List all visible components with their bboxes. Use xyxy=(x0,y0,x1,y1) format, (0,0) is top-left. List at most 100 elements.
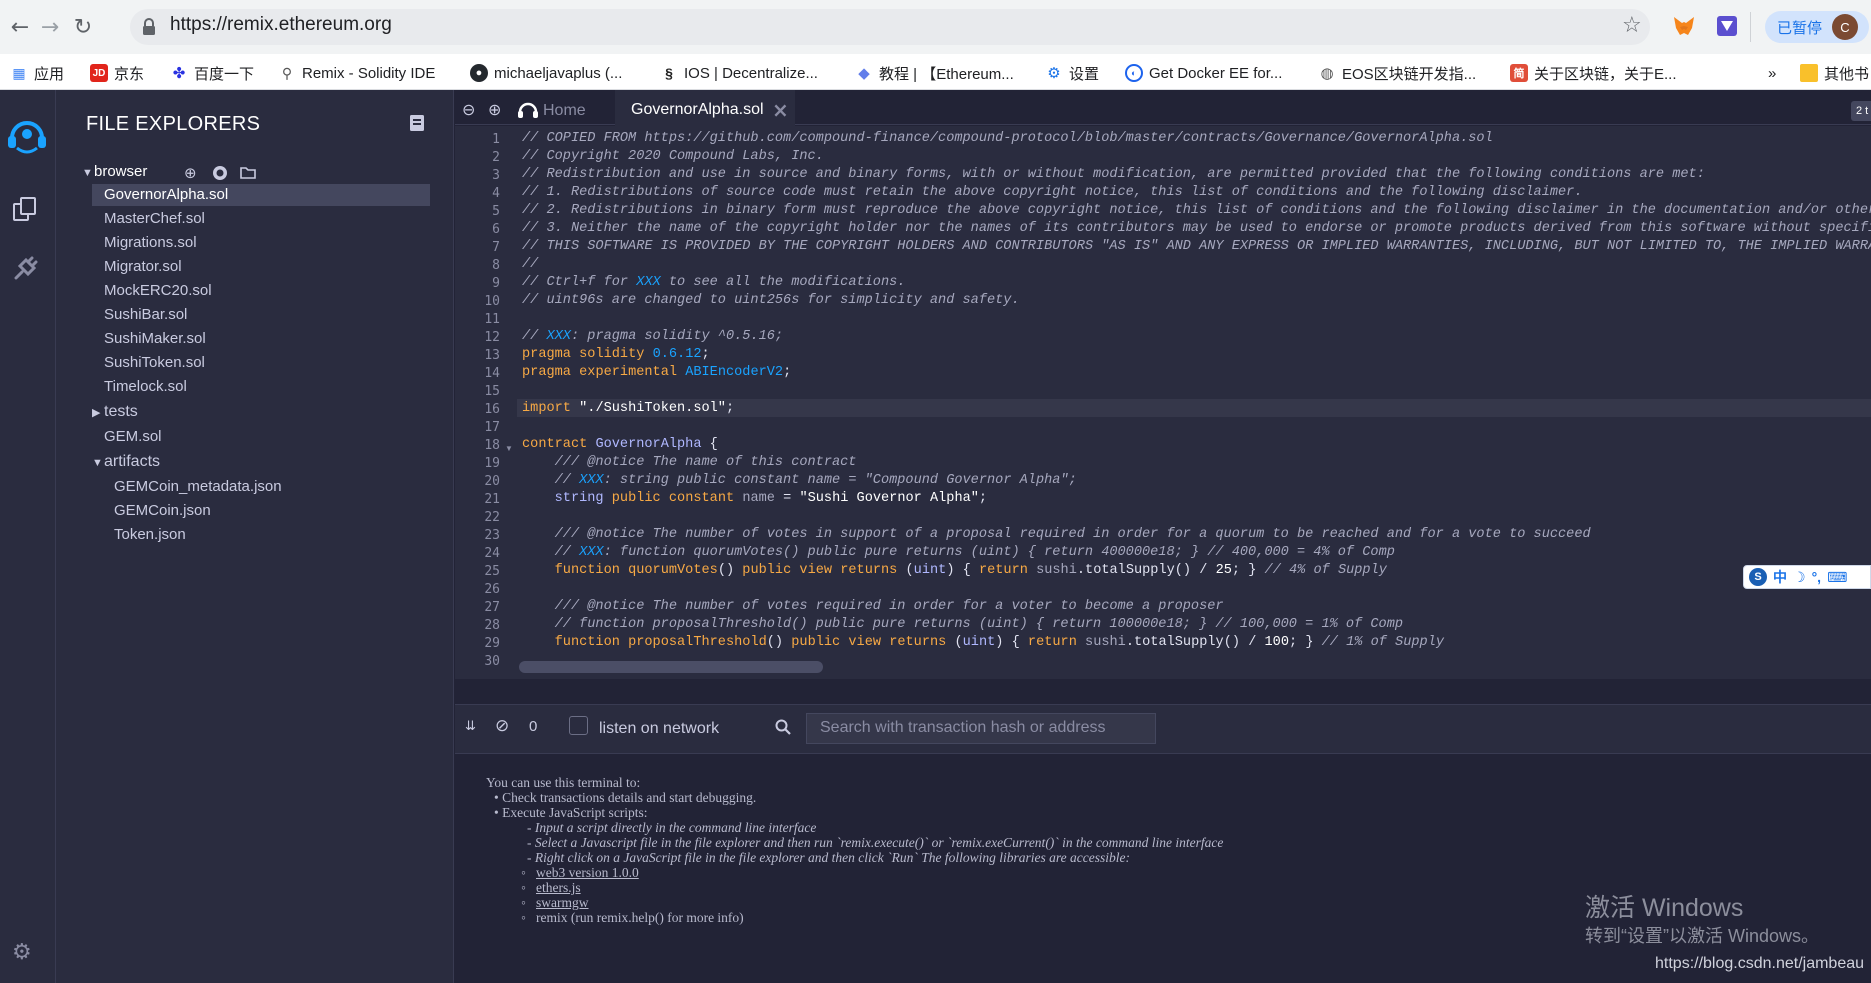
code-line[interactable]: /// @notice The number of votes in suppo… xyxy=(522,527,1591,542)
folder-tests[interactable]: ▶ tests xyxy=(92,403,138,421)
terminal-line: - Right click on a JavaScript file in th… xyxy=(527,850,1130,865)
extension-icon[interactable] xyxy=(1715,14,1739,38)
code-line[interactable]: // Redistribution and use in source and … xyxy=(522,167,1705,182)
zoom-in-icon[interactable]: ⊕ xyxy=(488,100,501,119)
code-line[interactable]: function proposalThreshold() public view… xyxy=(522,635,1444,650)
terminal-output[interactable] xyxy=(455,754,1871,983)
code-token: ) { xyxy=(946,563,979,578)
swarmgw-link[interactable]: swarmgw xyxy=(536,895,589,911)
bookmark-jd[interactable]: JD 京东 xyxy=(90,62,144,84)
fold-arrow-icon[interactable]: ▼ xyxy=(505,444,513,453)
listen-network-checkbox[interactable] xyxy=(569,716,588,735)
home-remix-icon[interactable] xyxy=(517,100,539,120)
code-line[interactable]: import "./SushiToken.sol"; xyxy=(522,401,734,416)
file-item-gemcoin-metadata[interactable]: GEMCoin_metadata.json xyxy=(114,478,282,495)
code-line[interactable]: // XXX: function quorumVotes() public pu… xyxy=(522,545,1395,560)
folder-artifacts[interactable]: ▼artifacts xyxy=(92,453,160,471)
code-line[interactable]: // THIS SOFTWARE IS PROVIDED BY THE COPY… xyxy=(522,239,1871,254)
bookmark-ethereum[interactable]: ◆ 教程 | 【Ethereum... xyxy=(855,62,1014,84)
reload-icon[interactable]: ↻ xyxy=(68,12,98,42)
plugin-manager-icon[interactable] xyxy=(12,256,38,282)
bookmark-blockchain[interactable]: 简 关于区块链，关于E... xyxy=(1510,62,1677,84)
file-item-governoralpha[interactable]: GovernorAlpha.sol xyxy=(92,184,430,206)
code-line[interactable]: pragma experimental ABIEncoderV2; xyxy=(522,365,791,380)
code-editor[interactable]: 1 2 3 4 5 6 7 8 9 10 11 12 13 14 15 16 1… xyxy=(455,126,1871,679)
bookmark-eos[interactable]: ◍ EOS区块链开发指... xyxy=(1318,62,1476,84)
code-line[interactable]: // Copyright 2020 Compound Labs, Inc. xyxy=(522,149,824,164)
code-line[interactable]: // xyxy=(522,257,538,272)
bookmark-docker[interactable]: ◐ Get Docker EE for... xyxy=(1125,62,1282,84)
add-file-icon[interactable]: ⊕ xyxy=(184,164,197,182)
settings-gear-icon[interactable]: ⚙ xyxy=(12,940,32,965)
code-line[interactable]: /// @notice The number of votes required… xyxy=(522,599,1224,614)
github-icon: ● xyxy=(470,64,488,82)
zoom-out-icon[interactable]: ⊖ xyxy=(462,100,475,119)
file-item-sushimaker[interactable]: SushiMaker.sol xyxy=(104,330,206,347)
code-line[interactable]: // 2. Redistributions in binary form mus… xyxy=(522,203,1871,218)
code-line[interactable]: // Ctrl+f for XXX to see all the modific… xyxy=(522,275,905,290)
back-arrow-icon[interactable]: ← xyxy=(5,12,35,42)
file-item-gemcoin-json[interactable]: GEMCoin.json xyxy=(114,502,211,519)
code-token: function xyxy=(554,563,620,578)
horizontal-scrollbar-thumb[interactable] xyxy=(519,661,823,673)
tab-home[interactable]: Home xyxy=(543,102,586,120)
windows-activation-title: 激活 Windows xyxy=(1585,894,1744,922)
remix-logo-icon: ⚲ xyxy=(281,64,293,81)
bookmark-apps[interactable]: ▦ 应用 xyxy=(10,62,64,84)
file-item-mockerc20[interactable]: MockERC20.sol xyxy=(104,282,212,299)
web3-link[interactable]: web3 version 1.0.0 xyxy=(536,865,639,881)
bookmark-other[interactable]: 其他书 xyxy=(1800,62,1869,84)
bookmark-star-icon[interactable]: ☆ xyxy=(1622,12,1642,38)
file-item-token-json[interactable]: Token.json xyxy=(114,526,186,543)
forward-arrow-icon[interactable]: → xyxy=(35,12,65,42)
file-item-masterchef[interactable]: MasterChef.sol xyxy=(104,210,205,227)
code-line[interactable]: pragma solidity 0.6.12; xyxy=(522,347,710,362)
bookmark-baidu[interactable]: ✤ 百度一下 xyxy=(170,62,254,84)
panel-toggle-icon[interactable] xyxy=(409,114,425,132)
ethers-link[interactable]: ethers.js xyxy=(536,880,581,896)
bookmark-settings[interactable]: ⚙ 设置 xyxy=(1045,62,1099,84)
file-item-migrator[interactable]: Migrator.sol xyxy=(104,258,182,275)
code-line[interactable]: function quorumVotes() public view retur… xyxy=(522,563,1387,578)
code-line[interactable]: // 3. Neither the name of the copyright … xyxy=(522,221,1871,236)
file-item-sushitoken[interactable]: SushiToken.sol xyxy=(104,354,205,371)
ime-toolbar[interactable]: S 中 ☽ °, ⌨ xyxy=(1743,565,1871,589)
bookmark-github[interactable]: ● michaeljavaplus (... xyxy=(470,62,622,84)
bookmark-remix[interactable]: ⚲ Remix - Solidity IDE xyxy=(278,62,436,84)
file-item-sushibar[interactable]: SushiBar.sol xyxy=(104,306,187,323)
file-item-gem[interactable]: GEM.sol xyxy=(104,428,162,445)
clear-ban-icon[interactable]: ⊘ xyxy=(495,716,509,736)
tabs-count-badge[interactable]: 2 t xyxy=(1851,101,1871,121)
code-line[interactable]: // uint96s are changed to uint256s for s… xyxy=(522,293,1020,308)
code-token: solidity xyxy=(579,347,645,362)
code-line[interactable]: /// @notice The name of this contract xyxy=(522,455,857,470)
github-icon[interactable] xyxy=(212,165,228,181)
metamask-fox-icon[interactable] xyxy=(1672,14,1696,38)
code-line[interactable]: // XXX: pragma solidity ^0.5.16; xyxy=(522,329,783,344)
code-line[interactable]: string public constant name = "Sushi Gov… xyxy=(522,491,987,506)
globe-icon: ◍ xyxy=(1320,65,1334,82)
code-line[interactable]: // 1. Redistributions of source code mus… xyxy=(522,185,1583,200)
file-label: GEM.sol xyxy=(104,428,162,445)
close-tab-icon[interactable]: × xyxy=(772,98,789,122)
avatar[interactable]: C xyxy=(1832,14,1858,40)
url-text[interactable]: https://remix.ethereum.org xyxy=(170,14,392,36)
bookmark-label: 教程 | 【Ethereum... xyxy=(879,65,1014,83)
code-line[interactable]: // XXX: string public constant name = "C… xyxy=(522,473,1077,488)
file-explorer-icon[interactable] xyxy=(12,196,38,222)
open-folder-icon[interactable] xyxy=(240,166,257,180)
code-line[interactable]: contract GovernorAlpha { xyxy=(522,437,718,452)
code-token: : function quorumVotes() public pure ret… xyxy=(603,545,1395,560)
bookmarks-overflow[interactable]: » xyxy=(1768,62,1776,84)
line-number: 29 xyxy=(484,636,500,651)
double-chevron-down-icon[interactable]: ⇊ xyxy=(465,719,476,734)
file-item-timelock[interactable]: Timelock.sol xyxy=(104,378,187,395)
file-item-migrations[interactable]: Migrations.sol xyxy=(104,234,197,251)
code-line[interactable]: // COPIED FROM https://github.com/compou… xyxy=(522,131,1493,146)
bookmark-ios[interactable]: § IOS | Decentralize... xyxy=(660,62,818,84)
remix-logo-icon[interactable] xyxy=(4,110,50,158)
code-line[interactable]: // function proposalThreshold() public p… xyxy=(522,617,1403,632)
code-token: ; xyxy=(725,401,735,416)
folder-browser[interactable]: ▼browser xyxy=(82,163,147,180)
